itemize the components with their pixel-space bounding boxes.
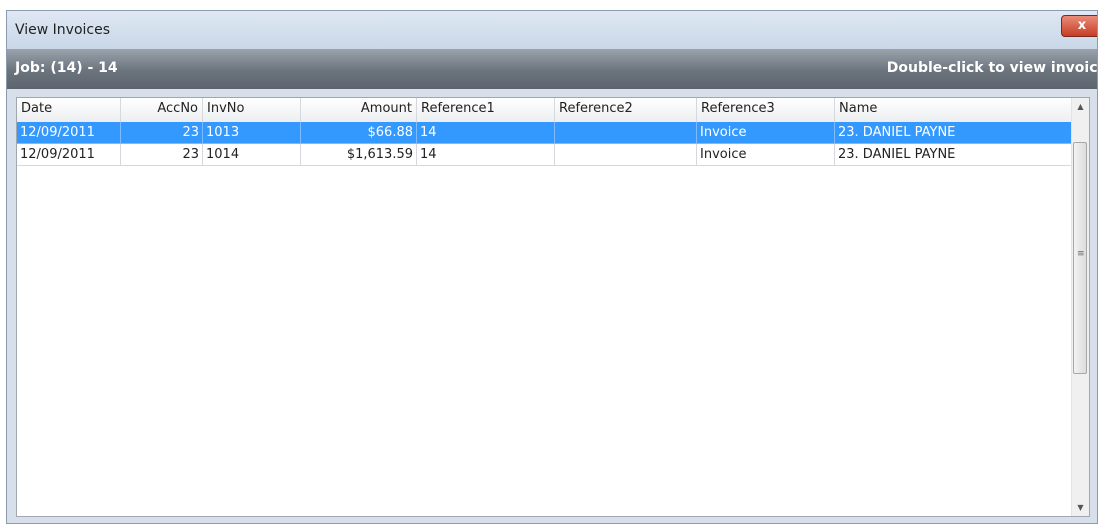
cell-amount: $1,613.59: [301, 144, 417, 166]
column-header-invno[interactable]: InvNo: [203, 98, 301, 122]
scroll-down-button[interactable]: ▼: [1072, 499, 1089, 516]
column-header-amount[interactable]: Amount: [301, 98, 417, 122]
column-header-accno[interactable]: AccNo: [121, 98, 203, 122]
table-header: Date AccNo InvNo Amount Reference1 Refer…: [17, 98, 1073, 123]
cell-reference3: Invoice: [697, 122, 835, 144]
cell-name: 23. DANIEL PAYNE: [835, 144, 1073, 166]
cell-date: 12/09/2011: [17, 122, 121, 144]
invoices-grid[interactable]: Date AccNo InvNo Amount Reference1 Refer…: [16, 97, 1090, 517]
cell-name: 23. DANIEL PAYNE: [835, 122, 1073, 144]
column-header-reference2[interactable]: Reference2: [555, 98, 697, 122]
cell-date: 12/09/2011: [17, 144, 121, 166]
scroll-up-button[interactable]: ▲: [1072, 98, 1089, 115]
cell-reference2: [555, 144, 697, 166]
cell-accno: 23: [121, 122, 203, 144]
triangle-up-icon: ▲: [1077, 102, 1084, 111]
table-row[interactable]: 12/09/2011 23 1014 $1,613.59 14 Invoice …: [17, 144, 1073, 166]
instruction-hint: Double-click to view invoice: [886, 60, 1098, 76]
cell-reference1: 14: [417, 144, 555, 166]
cell-amount: $66.88: [301, 122, 417, 144]
cell-reference3: Invoice: [697, 144, 835, 166]
vertical-scrollbar[interactable]: ▲ ≡ ▼: [1071, 98, 1089, 516]
view-invoices-window: View Invoices x Job: (14) - 14 Double-cl…: [6, 10, 1098, 524]
job-title: Job: (14) - 14: [15, 60, 118, 76]
close-icon: x: [1077, 18, 1087, 33]
job-header-bar: Job: (14) - 14 Double-click to view invo…: [7, 49, 1097, 89]
column-header-date[interactable]: Date: [17, 98, 121, 122]
grip-icon: ≡: [1077, 249, 1085, 259]
triangle-down-icon: ▼: [1077, 503, 1084, 512]
cell-reference1: 14: [417, 122, 555, 144]
column-header-name[interactable]: Name: [835, 98, 1073, 122]
table-row-selected[interactable]: 12/09/2011 23 1013 $66.88 14 Invoice 23.…: [17, 122, 1073, 144]
column-header-reference3[interactable]: Reference3: [697, 98, 835, 122]
cell-invno: 1014: [203, 144, 301, 166]
scrollbar-thumb[interactable]: ≡: [1073, 142, 1087, 374]
cell-accno: 23: [121, 144, 203, 166]
cell-invno: 1013: [203, 122, 301, 144]
cell-reference2: [555, 122, 697, 144]
window-title: View Invoices: [15, 22, 111, 38]
title-bar[interactable]: View Invoices x: [7, 11, 1097, 49]
close-button[interactable]: x: [1061, 15, 1097, 37]
column-header-reference1[interactable]: Reference1: [417, 98, 555, 122]
